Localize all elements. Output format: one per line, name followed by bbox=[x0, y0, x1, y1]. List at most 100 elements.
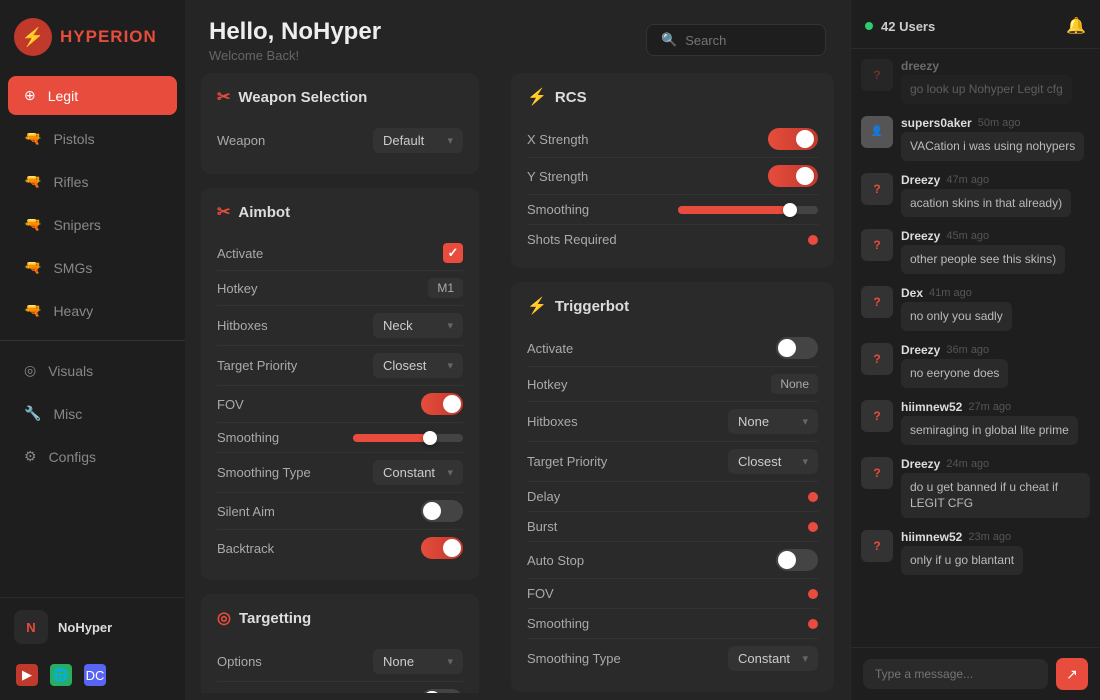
tb-hitboxes-label: Hitboxes bbox=[527, 414, 578, 429]
chat-username: Dex bbox=[901, 286, 923, 300]
toggle-knob bbox=[423, 691, 441, 693]
hitboxes-value: Neck bbox=[383, 318, 413, 333]
hotkey-badge[interactable]: M1 bbox=[428, 278, 463, 298]
chat-message: ? Dreezy 45m ago other people see this s… bbox=[861, 229, 1090, 274]
weapon-selection-card: ✂ Weapon Selection Weapon Default ▾ bbox=[201, 73, 479, 174]
chat-username: Dreezy bbox=[901, 229, 940, 243]
sidebar-item-misc[interactable]: 🔧 Misc bbox=[8, 394, 177, 433]
message-time: 24m ago bbox=[946, 458, 989, 470]
smoothing-fill bbox=[353, 434, 430, 442]
youtube-icon[interactable]: ▶ bbox=[16, 664, 38, 686]
left-column: ✂ Weapon Selection Weapon Default ▾ ✂ Ai… bbox=[185, 73, 495, 693]
target-priority-dropdown[interactable]: Closest ▾ bbox=[373, 353, 463, 378]
rcs-smoothing-slider[interactable] bbox=[678, 206, 818, 214]
message-time: 27m ago bbox=[968, 401, 1011, 413]
smoothing-type-dropdown[interactable]: Constant ▾ bbox=[373, 460, 463, 485]
avatar: ? bbox=[861, 343, 893, 375]
hitboxes-dropdown[interactable]: Neck ▾ bbox=[373, 313, 463, 338]
visuals-icon: ◎ bbox=[24, 362, 36, 379]
chat-message: ? hiimnew52 27m ago semiraging in global… bbox=[861, 400, 1090, 445]
message-header: supers0aker 50m ago bbox=[901, 116, 1084, 130]
legit-icon: ⊕ bbox=[24, 87, 36, 104]
tb-fov-dot bbox=[808, 589, 818, 599]
app-name: HYPERION bbox=[60, 27, 157, 47]
tb-activate-toggle[interactable] bbox=[776, 337, 818, 359]
aimbot-title: Aimbot bbox=[238, 204, 290, 221]
top-bar: Hello, NoHyper Welcome Back! 🔍 bbox=[185, 0, 850, 73]
chat-input[interactable] bbox=[863, 659, 1048, 689]
fov-toggle[interactable] bbox=[421, 393, 463, 415]
tb-target-priority-value: Closest bbox=[738, 454, 781, 469]
weapon-dropdown[interactable]: Default ▾ bbox=[373, 128, 463, 153]
avatar: N bbox=[14, 610, 48, 644]
auto-stop-toggle[interactable] bbox=[421, 689, 463, 693]
sidebar-item-rifles[interactable]: 🔫 Rifles bbox=[8, 162, 177, 201]
options-value: None bbox=[383, 654, 414, 669]
rcs-smoothing-label: Smoothing bbox=[527, 202, 589, 217]
sidebar-item-visuals[interactable]: ◎ Visuals bbox=[8, 351, 177, 390]
misc-icon: 🔧 bbox=[24, 405, 41, 422]
sidebar: ⚡ HYPERION ⊕ Legit 🔫 Pistols 🔫 Rifles 🔫 … bbox=[0, 0, 185, 700]
slider-thumb bbox=[423, 431, 437, 445]
logo-area: ⚡ HYPERION bbox=[0, 0, 185, 74]
sidebar-item-smgs[interactable]: 🔫 SMGs bbox=[8, 248, 177, 287]
bell-icon[interactable]: 🔔 bbox=[1066, 16, 1086, 36]
x-strength-toggle[interactable] bbox=[768, 128, 818, 150]
sidebar-item-legit[interactable]: ⊕ Legit bbox=[8, 76, 177, 115]
tb-smoothing-type-dropdown[interactable]: Constant ▾ bbox=[728, 646, 818, 671]
message-text: semiraging in global lite prime bbox=[901, 416, 1078, 445]
message-time: 45m ago bbox=[946, 230, 989, 242]
activate-row: Activate ✓ bbox=[217, 236, 463, 271]
chat-message: ? hiimnew52 23m ago only if u go blantan… bbox=[861, 530, 1090, 575]
discord-icon[interactable]: DC bbox=[84, 664, 106, 686]
tb-burst-dot bbox=[808, 522, 818, 532]
tb-auto-stop-toggle[interactable] bbox=[776, 549, 818, 571]
avatar: ? bbox=[861, 400, 893, 432]
message-content: Dreezy 45m ago other people see this ski… bbox=[901, 229, 1065, 274]
silent-aim-toggle[interactable] bbox=[421, 500, 463, 522]
message-header: Dreezy 36m ago bbox=[901, 343, 1008, 357]
tb-target-priority-dropdown[interactable]: Closest ▾ bbox=[728, 449, 818, 474]
backtrack-toggle[interactable] bbox=[421, 537, 463, 559]
tb-smoothing-dot bbox=[808, 619, 818, 629]
activate-checkbox[interactable]: ✓ bbox=[443, 243, 463, 263]
y-strength-toggle[interactable] bbox=[768, 165, 818, 187]
sidebar-item-configs[interactable]: ⚙ Configs bbox=[8, 437, 177, 476]
shots-required-label: Shots Required bbox=[527, 232, 617, 247]
search-input[interactable] bbox=[685, 33, 805, 48]
shots-required-dot bbox=[808, 235, 818, 245]
target-priority-row: Target Priority Closest ▾ bbox=[217, 346, 463, 386]
tb-target-priority-row: Target Priority Closest ▾ bbox=[527, 442, 818, 482]
silent-aim-label: Silent Aim bbox=[217, 504, 275, 519]
message-text: no eeryone does bbox=[901, 359, 1008, 388]
toggle-knob bbox=[778, 551, 796, 569]
chat-username: dreezy bbox=[901, 59, 939, 73]
username: NoHyper bbox=[58, 620, 112, 635]
search-bar[interactable]: 🔍 bbox=[646, 24, 826, 56]
tb-hotkey-badge[interactable]: None bbox=[771, 374, 818, 394]
auto-stop-row: Auto Stop bbox=[217, 682, 463, 693]
message-time: 23m ago bbox=[968, 531, 1011, 543]
chat-username: supers0aker bbox=[901, 116, 972, 130]
aimbot-icon: ✂ bbox=[217, 202, 230, 222]
tb-smoothing-type-row: Smoothing Type Constant ▾ bbox=[527, 639, 818, 678]
chat-username: Dreezy bbox=[901, 343, 940, 357]
smoothing-label: Smoothing bbox=[217, 430, 279, 445]
send-button[interactable]: ↗ bbox=[1056, 658, 1088, 690]
tb-hitboxes-dropdown[interactable]: None ▾ bbox=[728, 409, 818, 434]
rcs-smoothing-row: Smoothing bbox=[527, 195, 818, 225]
sidebar-item-snipers[interactable]: 🔫 Snipers bbox=[8, 205, 177, 244]
page-header: Hello, NoHyper Welcome Back! bbox=[209, 18, 381, 63]
smoothing-slider[interactable] bbox=[353, 434, 463, 442]
options-label: Options bbox=[217, 654, 262, 669]
chat-username: Dreezy bbox=[901, 457, 940, 471]
message-header: Dreezy 45m ago bbox=[901, 229, 1065, 243]
sidebar-item-pistols[interactable]: 🔫 Pistols bbox=[8, 119, 177, 158]
rcs-header: ⚡ RCS bbox=[527, 87, 818, 107]
options-dropdown[interactable]: None ▾ bbox=[373, 649, 463, 674]
sidebar-item-heavy[interactable]: 🔫 Heavy bbox=[8, 291, 177, 330]
globe-icon[interactable]: 🌐 bbox=[50, 664, 72, 686]
smgs-icon: 🔫 bbox=[24, 259, 41, 276]
toggle-knob bbox=[443, 539, 461, 557]
triggerbot-icon: ⚡ bbox=[527, 296, 547, 316]
